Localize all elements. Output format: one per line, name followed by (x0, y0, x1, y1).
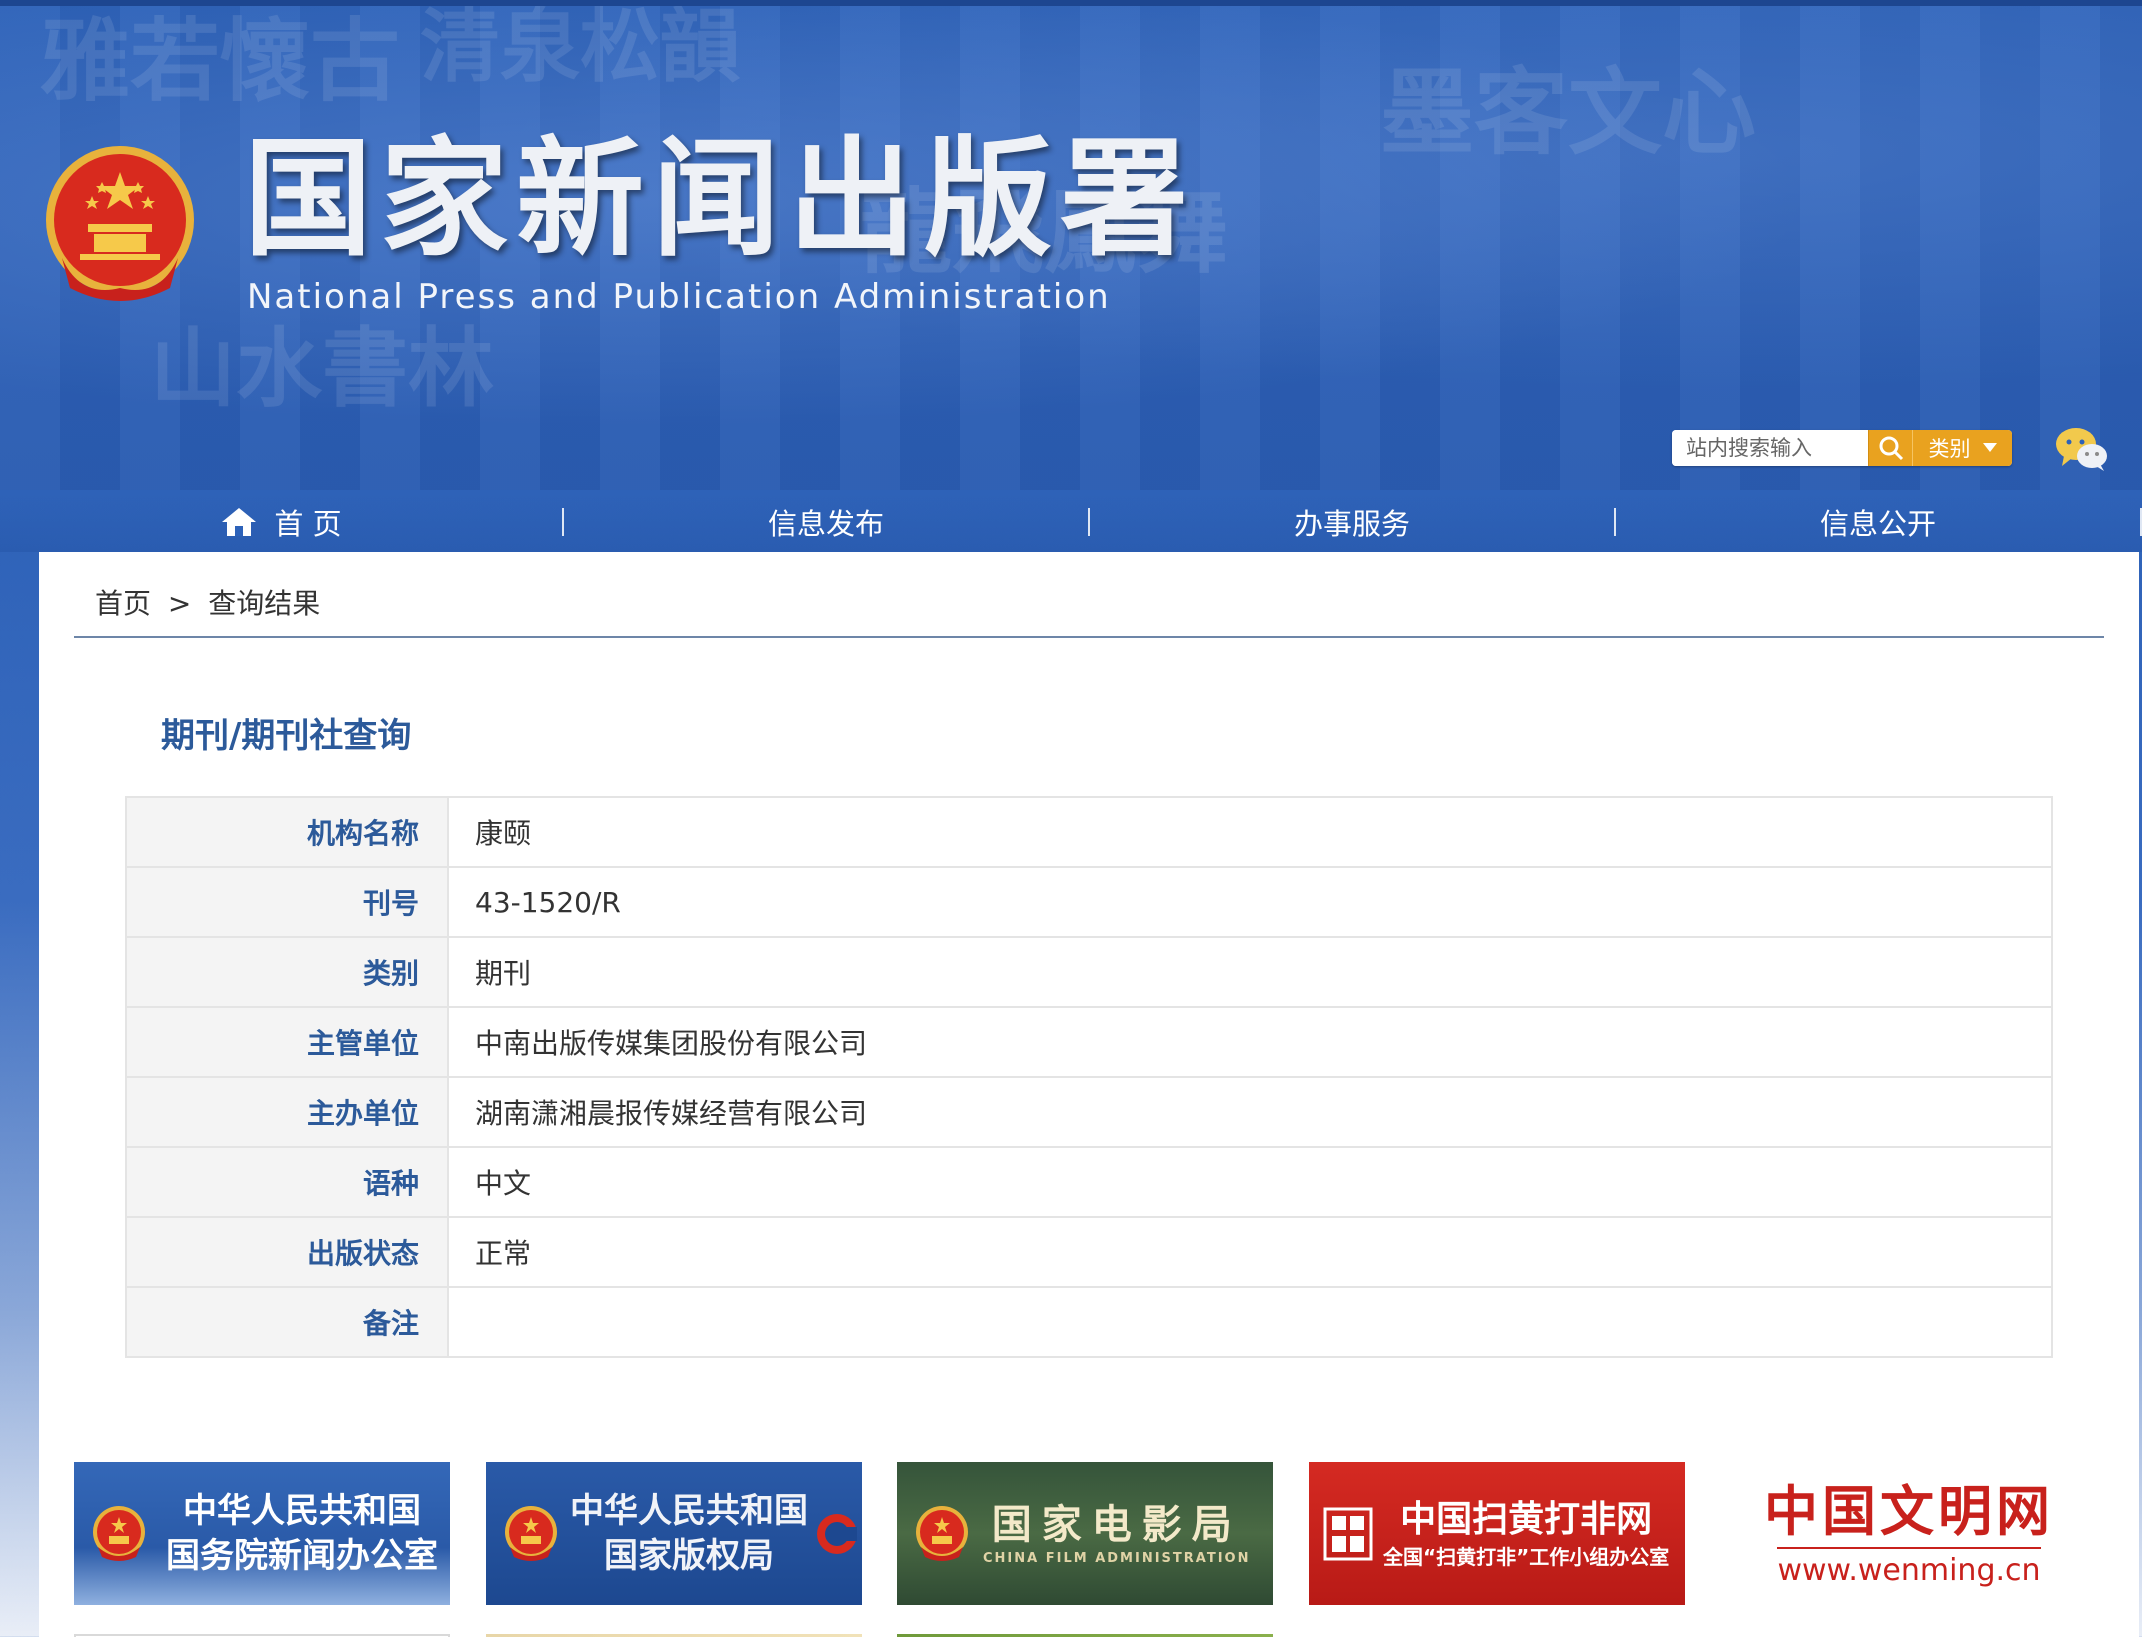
link-ncac[interactable]: 中华人民共和国 国家版权局 (486, 1462, 862, 1605)
search-box: 类别 (1672, 430, 2012, 466)
table-row: 主管单位 中南出版传媒集团股份有限公司 (125, 1006, 2053, 1078)
category-label: 类别 (1928, 437, 1971, 461)
national-emblem-icon (46, 146, 194, 301)
link-ncac-line2: 国家版权局 (604, 1535, 774, 1576)
calligraphy-background: 雅若懷古 (40, 8, 400, 114)
field-value: 湖南潇湘晨报传媒经营有限公司 (447, 1076, 2053, 1148)
field-label: 机构名称 (125, 796, 449, 868)
home-icon (222, 508, 257, 536)
calligraphy-background: 清泉松韻 (420, 6, 740, 93)
field-value: 康颐 (447, 796, 2053, 868)
link-ncac-line1: 中华人民共和国 (570, 1491, 808, 1532)
link-scio-line1: 中华人民共和国 (183, 1491, 421, 1532)
national-emblem-icon (93, 1505, 145, 1561)
link-wenming-line2: www.wenming.cn (1777, 1547, 2041, 1590)
category-dropdown[interactable]: 类别 (1912, 430, 2012, 466)
national-emblem-icon (505, 1505, 557, 1561)
nav-item-label: 首 页 (274, 507, 342, 541)
calligraphy-background: 墨客文心 (1380, 58, 1757, 168)
field-label: 语种 (125, 1146, 449, 1218)
link-film-line1: 国家电影局 (991, 1502, 1242, 1549)
field-label: 备注 (125, 1286, 449, 1358)
link-wenming[interactable]: 中国文明网 www.wenming.cn (1714, 1462, 2104, 1605)
copyright-logo-icon (817, 1513, 857, 1554)
table-row: 备注 (125, 1286, 2053, 1358)
link-shdf[interactable]: 中国扫黄打非网 全国“扫黄打非”工作小组办公室 (1309, 1462, 1685, 1605)
breadcrumb: 首页 > 查询结果 (95, 582, 328, 622)
field-value: 正常 (447, 1216, 2053, 1288)
calligraphy-background: 山水書林 (150, 318, 494, 419)
search-icon (1879, 436, 1903, 461)
wechat-icon[interactable] (2054, 426, 2108, 472)
main-content: 首页 > 查询结果 期刊/期刊社查询 机构名称 康颐 刊号 43-1520/R … (39, 552, 2139, 1637)
nav-item-label: 办事服务 (1293, 507, 1410, 541)
shdf-seal-icon (1323, 1507, 1373, 1560)
site-title: 国家新闻出版署 (244, 125, 1197, 274)
nav-item-home[interactable]: 首 页 (0, 492, 562, 552)
field-value (447, 1286, 2053, 1358)
table-row: 主办单位 湖南潇湘晨报传媒经营有限公司 (125, 1076, 2053, 1148)
field-value: 中南出版传媒集团股份有限公司 (447, 1006, 2053, 1078)
search-button[interactable] (1868, 430, 1912, 466)
link-film-line2: CHINA FILM ADMINISTRATION (983, 1551, 1251, 1567)
nav-item-services[interactable]: 办事服务 (1090, 492, 1614, 552)
search-input[interactable] (1672, 430, 1868, 466)
page-title: 期刊/期刊社查询 (161, 716, 412, 756)
nav-item-info-disclosure[interactable]: 信息公开 (1616, 492, 2140, 552)
field-label: 出版状态 (125, 1216, 449, 1288)
table-row: 类别 期刊 (125, 936, 2053, 1008)
link-scio-line2: 国务院新闻办公室 (166, 1535, 438, 1576)
record-table: 机构名称 康颐 刊号 43-1520/R 类别 期刊 主管单位 中南出版传媒集团… (125, 796, 2053, 1358)
breadcrumb-home-link[interactable]: 首页 (95, 587, 151, 620)
breadcrumb-current: 查询结果 (208, 587, 321, 620)
site-subtitle: National Press and Publication Administr… (247, 277, 1111, 317)
link-shdf-line1: 中国扫黄打非网 (1400, 1499, 1653, 1541)
field-value: 期刊 (447, 936, 2053, 1008)
caret-down-icon (1982, 443, 1997, 452)
breadcrumb-separator: > (167, 587, 192, 620)
breadcrumb-divider (74, 636, 2104, 638)
nav-item-info-release[interactable]: 信息发布 (564, 492, 1088, 552)
field-value: 43-1520/R (447, 866, 2053, 938)
national-emblem-icon (916, 1505, 968, 1561)
link-scio[interactable]: 中华人民共和国 国务院新闻办公室 (74, 1462, 450, 1605)
link-film-administration[interactable]: 国家电影局 CHINA FILM ADMINISTRATION (897, 1462, 1273, 1605)
field-value: 中文 (447, 1146, 2053, 1218)
link-shdf-line2: 全国“扫黄打非”工作小组办公室 (1383, 1544, 1670, 1569)
related-links: 中华人民共和国 国务院新闻办公室 中华人民共和国 国家版权局 国家电影局 CHI… (74, 1462, 2124, 1637)
table-row: 刊号 43-1520/R (125, 866, 2053, 938)
field-label: 类别 (125, 936, 449, 1008)
table-row: 出版状态 正常 (125, 1216, 2053, 1288)
site-header: 雅若懷古 清泉松韻 山水書林 龍飛鳳舞 墨客文心 国家新闻出版署 Nationa… (0, 6, 2142, 490)
field-label: 主管单位 (125, 1006, 449, 1078)
nav-item-label: 信息公开 (1819, 507, 1936, 541)
link-wenming-line1: 中国文明网 (1764, 1479, 2054, 1543)
field-label: 刊号 (125, 866, 449, 938)
nav-item-label: 信息发布 (767, 507, 884, 541)
table-row: 机构名称 康颐 (125, 796, 2053, 868)
table-row: 语种 中文 (125, 1146, 2053, 1218)
field-label: 主办单位 (125, 1076, 449, 1148)
main-nav: 首 页 信息发布 办事服务 信息公开 (0, 492, 2142, 552)
